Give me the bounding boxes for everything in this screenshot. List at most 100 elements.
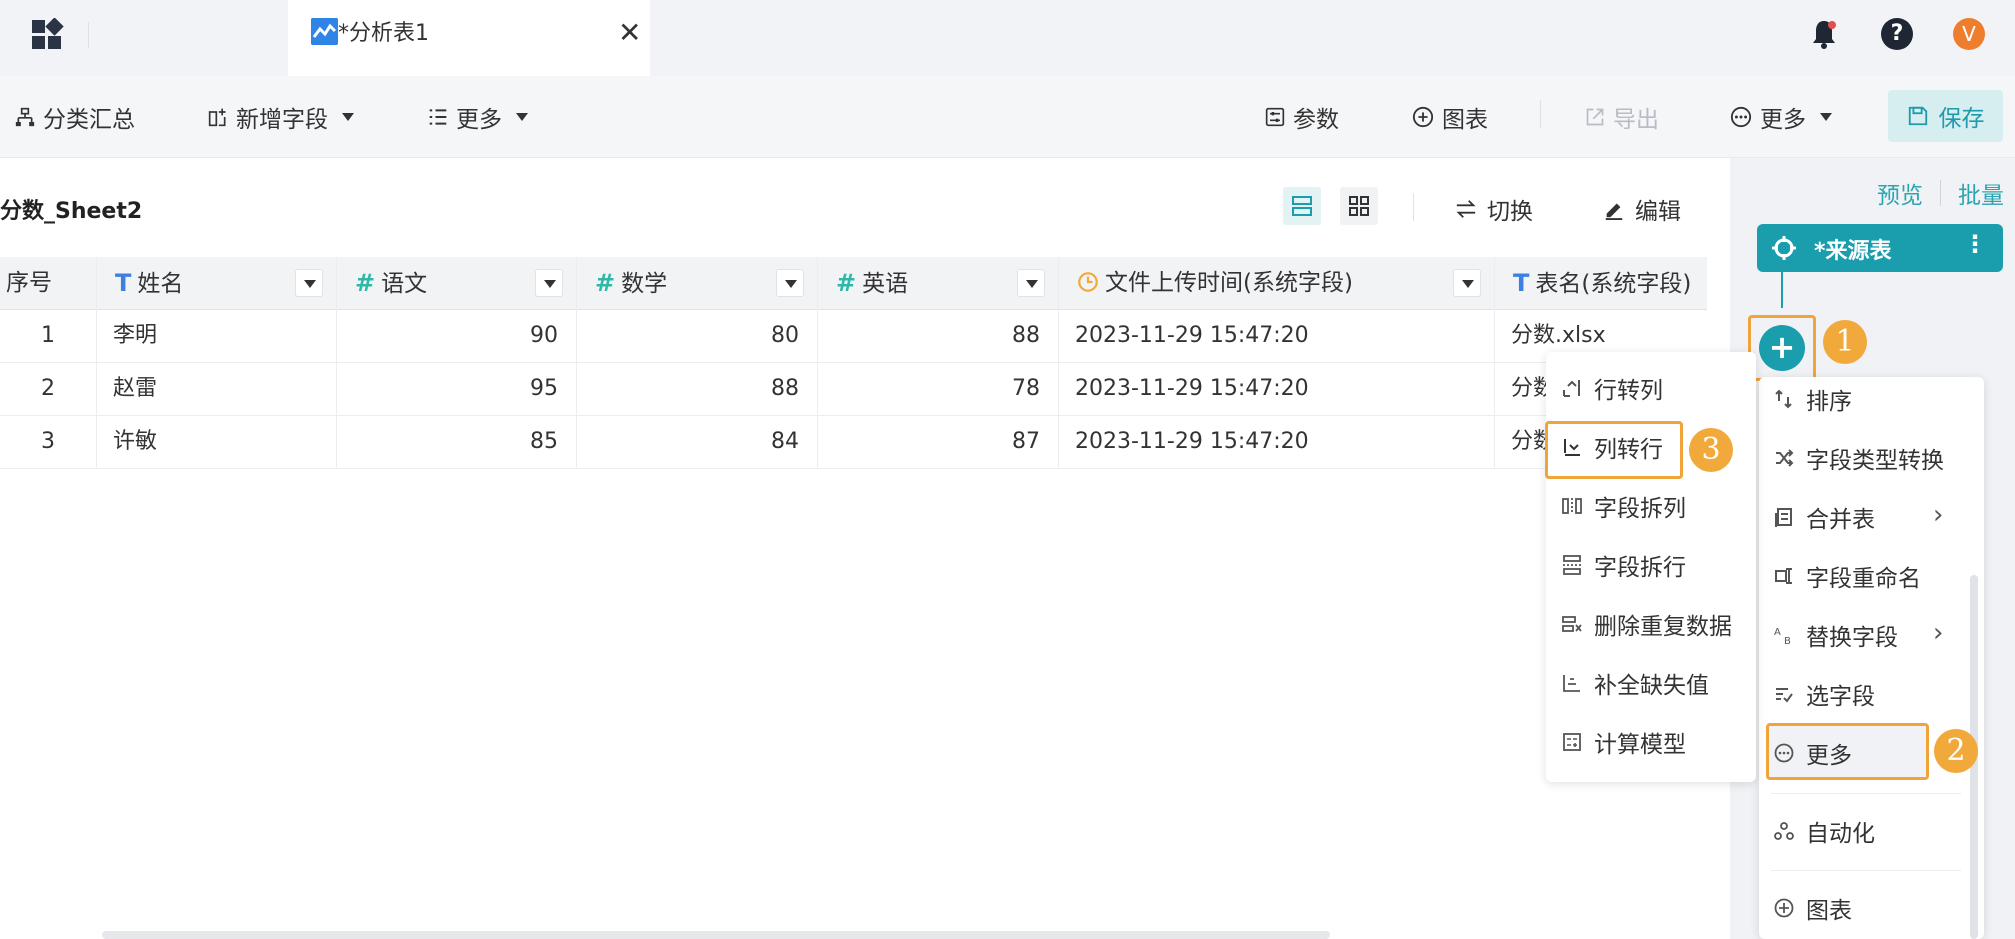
submenu-item-label: 行转列 xyxy=(1594,378,1663,404)
number-type-icon: # xyxy=(595,269,616,297)
submenu-item-fill-missing[interactable]: 补全缺失值 xyxy=(1562,666,1709,700)
cell-index: 3 xyxy=(0,416,97,469)
sort-icon xyxy=(1775,389,1792,409)
cell-upload-time: 2023-11-29 15:47:20 xyxy=(1059,363,1495,416)
column-dropdown-icon[interactable] xyxy=(295,269,323,297)
topbar-divider xyxy=(88,22,89,48)
menu-divider xyxy=(1771,793,1961,794)
replace-icon: AB xyxy=(1774,627,1791,645)
tab-title[interactable]: *分析表1 xyxy=(338,15,429,47)
cell-english: 88 xyxy=(818,310,1059,363)
number-type-icon: # xyxy=(355,269,376,297)
save-button[interactable]: 保存 xyxy=(1888,90,2003,142)
crosshair-icon xyxy=(1772,236,1796,260)
header-upload-time[interactable]: 文件上传时间(系统字段) xyxy=(1059,257,1495,310)
submenu-item-label: 补全缺失值 xyxy=(1594,673,1709,699)
bell-icon[interactable] xyxy=(1810,18,1838,50)
submenu-item-split-row[interactable]: 字段拆行 xyxy=(1562,548,1686,582)
split-row-icon xyxy=(1563,555,1581,575)
preview-link[interactable]: 预览 xyxy=(1877,176,1923,210)
chart-button[interactable]: 图表 xyxy=(1412,100,1488,134)
column-dropdown-icon[interactable] xyxy=(776,269,804,297)
menu-item-replace-field[interactable]: AB 替换字段 xyxy=(1774,618,1898,652)
menu-item-label: 字段类型转换 xyxy=(1806,448,1944,474)
highlight-box-2 xyxy=(1766,723,1929,780)
header-name[interactable]: T 姓名 xyxy=(97,257,337,310)
header-chinese[interactable]: # 语文 xyxy=(337,257,577,310)
automation-icon xyxy=(1774,822,1794,840)
menu-item-rename-field[interactable]: 字段重命名 xyxy=(1774,559,1921,593)
submenu-item-remove-duplicates[interactable]: 删除重复数据 xyxy=(1562,607,1732,641)
switch-label: 切换 xyxy=(1487,199,1533,225)
cell-index: 1 xyxy=(0,310,97,363)
grid-view-icon xyxy=(1349,196,1369,216)
submenu-item-label: 删除重复数据 xyxy=(1594,614,1732,640)
menu-item-select-field[interactable]: 选字段 xyxy=(1774,677,1875,711)
menu-item-automation[interactable]: 自动化 xyxy=(1774,814,1875,848)
text-type-icon: T xyxy=(115,269,132,297)
toolbar-divider xyxy=(1540,100,1541,128)
menu-item-merge-table[interactable]: 合并表 xyxy=(1774,500,1875,534)
cell-chinese: 85 xyxy=(337,416,577,469)
plus-circle-icon xyxy=(1412,106,1434,128)
header-english[interactable]: # 英语 xyxy=(818,257,1059,310)
save-label: 保存 xyxy=(1938,106,1985,132)
more-label: 更多 xyxy=(456,107,502,133)
batch-link[interactable]: 批量 xyxy=(1958,176,2004,210)
list-view-button[interactable] xyxy=(1283,187,1321,225)
table-row[interactable]: 2 赵雷 95 88 78 2023-11-29 15:47:20 分数 xyxy=(0,363,1707,416)
rename-icon xyxy=(1775,568,1792,584)
highlight-box-3 xyxy=(1545,421,1683,479)
submenu-item-label: 字段拆列 xyxy=(1594,496,1686,522)
header-chinese-label: 语文 xyxy=(381,271,428,297)
export-label: 导出 xyxy=(1613,107,1659,133)
submenu-item-calc-model[interactable]: 计算模型 xyxy=(1562,725,1686,759)
header-divider xyxy=(1413,193,1414,221)
save-icon xyxy=(1908,106,1927,126)
cell-math: 88 xyxy=(577,363,818,416)
header-math[interactable]: # 数学 xyxy=(577,257,818,310)
analysis-chart-icon xyxy=(311,18,338,45)
highlight-box-1 xyxy=(1748,315,1816,381)
avatar[interactable]: V xyxy=(1953,18,1985,50)
menu-item-sort[interactable]: 排序 xyxy=(1774,382,1852,416)
table-row[interactable]: 1 李明 90 80 88 2023-11-29 15:47:20 分数.xls… xyxy=(0,310,1707,363)
horizontal-scrollbar[interactable] xyxy=(102,931,1330,939)
export-button[interactable]: 导出 xyxy=(1585,100,1659,134)
column-dropdown-icon[interactable] xyxy=(535,269,563,297)
help-icon[interactable]: ? xyxy=(1881,18,1913,50)
table-row[interactable]: 3 许敏 85 84 87 2023-11-29 15:47:20 分数 xyxy=(0,416,1707,469)
merge-table-icon xyxy=(1775,508,1792,527)
step-badge-3: 3 xyxy=(1689,428,1733,472)
chevron-down-icon xyxy=(1820,113,1832,121)
params-button[interactable]: 参数 xyxy=(1265,100,1339,134)
submenu-item-split-column[interactable]: 字段拆列 xyxy=(1562,489,1686,523)
column-dropdown-icon[interactable] xyxy=(1453,269,1481,297)
cell-upload-time: 2023-11-29 15:47:20 xyxy=(1059,416,1495,469)
menu-item-type-convert[interactable]: 字段类型转换 xyxy=(1774,441,1944,475)
switch-button[interactable]: 切换 xyxy=(1455,192,1533,226)
more-menu-left-button[interactable]: 更多 xyxy=(428,100,528,134)
chevron-down-icon xyxy=(516,113,528,121)
shuffle-icon xyxy=(1776,449,1794,467)
grid-view-button[interactable] xyxy=(1340,187,1378,225)
add-field-button[interactable]: 新增字段 xyxy=(208,100,354,134)
source-table-node[interactable]: *来源表 ⋮ xyxy=(1757,224,2003,272)
number-type-icon: # xyxy=(836,269,857,297)
more-menu-right-button[interactable]: 更多 xyxy=(1730,100,1832,134)
cell-name: 许敏 xyxy=(97,416,337,469)
group-summary-label: 分类汇总 xyxy=(43,107,135,133)
fill-missing-icon xyxy=(1563,675,1580,692)
submenu-item-row-to-column[interactable]: 行转列 xyxy=(1562,371,1663,405)
select-field-icon xyxy=(1776,688,1793,703)
close-tab-icon[interactable]: ✕ xyxy=(618,18,641,48)
cell-math: 84 xyxy=(577,416,818,469)
edit-button[interactable]: 编辑 xyxy=(1603,192,1681,226)
header-table-name[interactable]: T 表名(系统字段) xyxy=(1495,257,1707,310)
apps-grid-icon[interactable] xyxy=(30,18,64,52)
hierarchy-icon xyxy=(15,107,35,127)
menu-item-chart[interactable]: 图表 xyxy=(1774,891,1852,925)
group-summary-button[interactable]: 分类汇总 xyxy=(15,100,135,134)
column-dropdown-icon[interactable] xyxy=(1017,269,1045,297)
kebab-menu-icon[interactable]: ⋮ xyxy=(1963,230,1987,258)
